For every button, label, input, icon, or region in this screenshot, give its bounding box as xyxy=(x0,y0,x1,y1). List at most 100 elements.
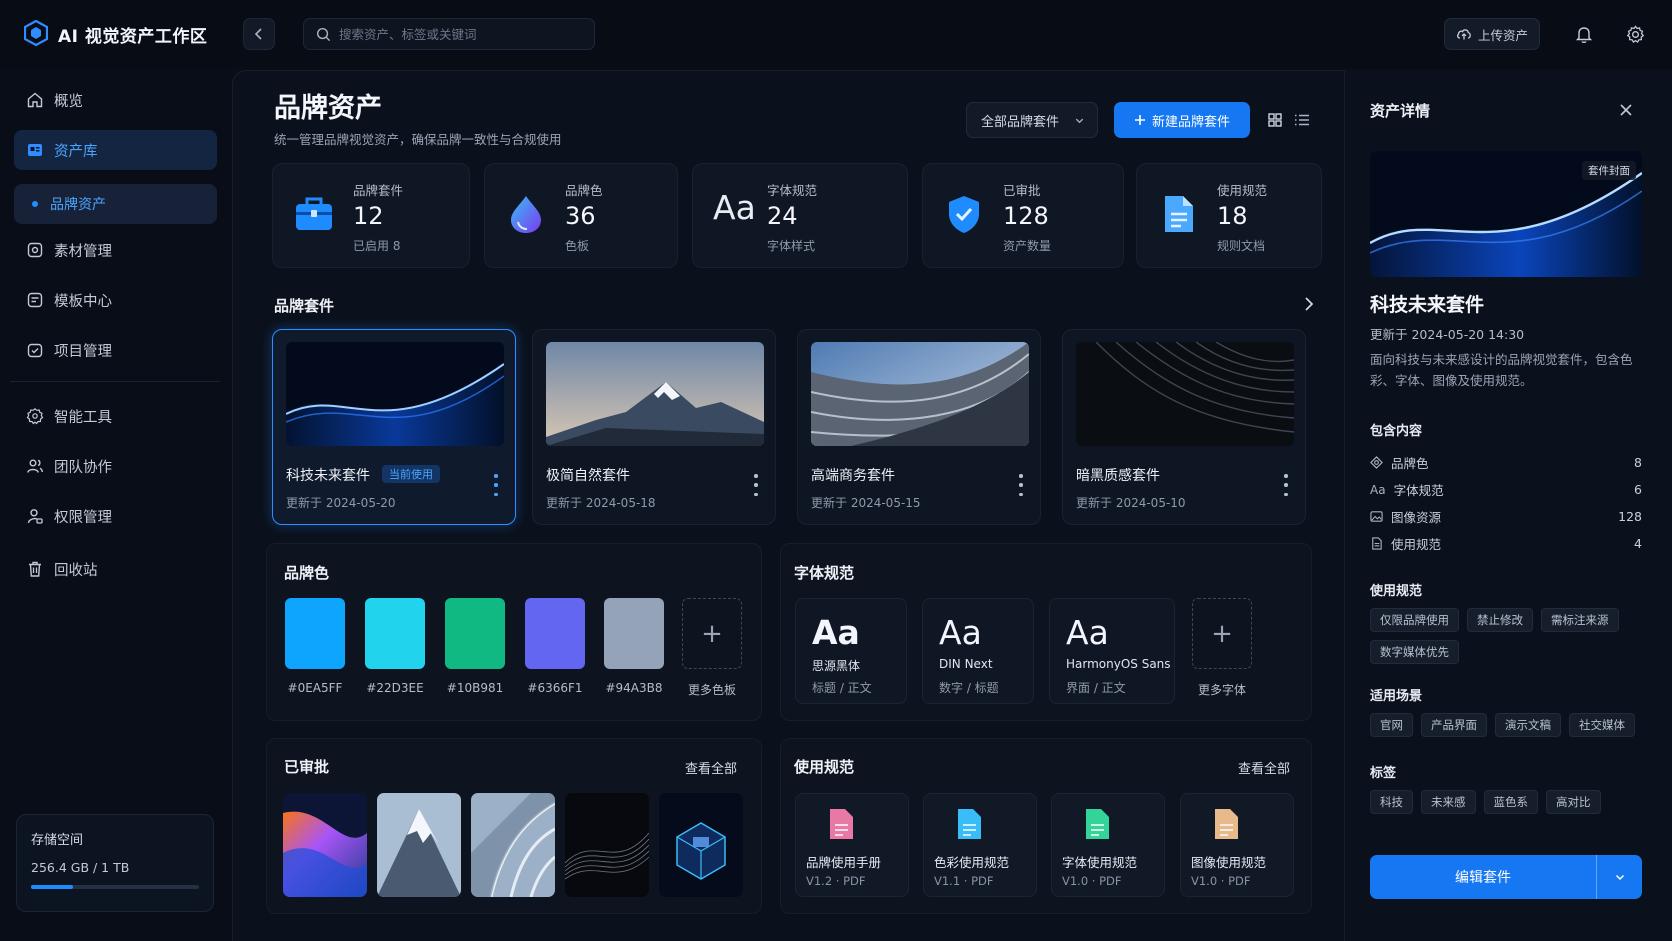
edit-kit-dropdown[interactable] xyxy=(1596,855,1642,899)
add-color-button[interactable]: + xyxy=(682,598,742,669)
kit-card-dark-texture[interactable]: 暗黑质感套件 更新于 2024-05-10 xyxy=(1062,329,1306,525)
color-swatch[interactable] xyxy=(604,598,664,669)
font-card[interactable]: Aa HarmonyOS Sans 界面 / 正文 xyxy=(1049,598,1175,704)
image-icon xyxy=(1370,511,1383,522)
font-card[interactable]: Aa DIN Next 数字 / 标题 xyxy=(922,598,1034,704)
kit-filter-select[interactable]: 全部品牌套件 xyxy=(966,102,1098,138)
dot xyxy=(754,483,758,487)
kit-more-menu[interactable] xyxy=(1279,474,1293,496)
new-kit-button[interactable]: 新建品牌套件 xyxy=(1114,102,1250,138)
pdf-document-icon xyxy=(830,809,853,839)
doc-card[interactable]: 字体使用规范 V1.0 · PDF xyxy=(1051,793,1165,897)
snow-peak-image xyxy=(377,793,461,897)
scene-tag[interactable]: 官网 xyxy=(1370,713,1413,737)
stat-card-approved: 已审批 128 资产数量 xyxy=(922,163,1124,268)
doc-card[interactable]: 色彩使用规范 V1.1 · PDF xyxy=(923,793,1037,897)
kit-more-menu[interactable] xyxy=(489,474,503,496)
content-count: 6 xyxy=(1634,482,1642,497)
list-view-icon[interactable] xyxy=(1294,113,1310,127)
kit-card-minimal-nature[interactable]: 极简自然套件 更新于 2024-05-18 xyxy=(532,329,776,525)
kit-date: 更新于 2024-05-20 xyxy=(286,496,396,510)
sidebar-item-overview[interactable]: 概览 xyxy=(14,80,217,120)
detail-title: 资产详情 xyxy=(1370,102,1431,120)
kit-date: 更新于 2024-05-18 xyxy=(546,496,656,510)
scene-tag[interactable]: 产品界面 xyxy=(1421,713,1487,737)
grid-view-icon[interactable] xyxy=(1268,113,1282,127)
new-kit-label: 新建品牌套件 xyxy=(1151,114,1230,130)
doc-name: 图像使用规范 xyxy=(1191,855,1267,870)
stat-value: 36 xyxy=(565,202,596,230)
usage-tag[interactable]: 需标注来源 xyxy=(1541,608,1619,632)
settings-button[interactable] xyxy=(1619,18,1651,50)
sidebar-item-materials[interactable]: 素材管理 xyxy=(14,230,217,270)
doc-meta: V1.1 · PDF xyxy=(934,874,994,888)
kit-more-menu[interactable] xyxy=(1014,474,1028,496)
storage-bar xyxy=(31,885,199,889)
kit-card-business[interactable]: 高端商务套件 更新于 2024-05-15 xyxy=(797,329,1041,525)
kit-thumbnail xyxy=(286,342,504,446)
sidebar-item-ai-tools[interactable]: 智能工具 xyxy=(14,396,217,436)
sidebar-item-library[interactable]: 资产库 xyxy=(14,130,217,170)
approved-asset-thumbnail[interactable] xyxy=(283,793,367,897)
color-swatch[interactable] xyxy=(525,598,585,669)
sidebar-item-permissions[interactable]: 权限管理 xyxy=(14,496,217,536)
search-input[interactable] xyxy=(339,26,579,42)
tag[interactable]: 高对比 xyxy=(1546,790,1601,814)
chevron-right-icon[interactable] xyxy=(1302,296,1316,312)
approved-asset-thumbnail[interactable] xyxy=(565,793,649,897)
approved-asset-thumbnail[interactable] xyxy=(659,793,743,897)
doc-meta: V1.0 · PDF xyxy=(1062,874,1122,888)
scene-tag[interactable]: 演示文稿 xyxy=(1495,713,1561,737)
tag[interactable]: 蓝色系 xyxy=(1483,790,1538,814)
tag[interactable]: 未来感 xyxy=(1421,790,1476,814)
edit-kit-button[interactable]: 编辑套件 xyxy=(1370,855,1596,899)
guidelines-view-all-link[interactable]: 查看全部 xyxy=(1238,758,1290,777)
sidebar-item-trash[interactable]: 回收站 xyxy=(14,549,217,589)
upload-asset-button[interactable]: 上传资产 xyxy=(1444,18,1540,50)
stat-sub: 已启用 8 xyxy=(353,239,401,253)
kit-more-menu[interactable] xyxy=(749,474,763,496)
scene-tag[interactable]: 社交媒体 xyxy=(1569,713,1635,737)
active-dot xyxy=(32,201,38,207)
color-swatch[interactable] xyxy=(365,598,425,669)
approved-asset-thumbnail[interactable] xyxy=(471,793,555,897)
search-box[interactable] xyxy=(303,18,595,50)
guidelines-section-title: 使用规范 xyxy=(794,758,855,776)
stat-card-guidelines: 使用规范 18 规则文档 xyxy=(1136,163,1322,268)
approved-asset-thumbnail[interactable] xyxy=(377,793,461,897)
approved-view-all-link[interactable]: 查看全部 xyxy=(685,758,737,777)
color-swatch[interactable] xyxy=(285,598,345,669)
font-card[interactable]: Aa 思源黑体 标题 / 正文 xyxy=(795,598,907,704)
usage-tag[interactable]: 数字媒体优先 xyxy=(1370,640,1459,664)
font-sample: Aa xyxy=(1066,613,1109,652)
stat-label: 品牌色 xyxy=(565,183,603,198)
usage-tag[interactable]: 仅限品牌使用 xyxy=(1370,608,1459,632)
stat-value: 12 xyxy=(353,202,384,230)
sidebar-item-templates[interactable]: 模板中心 xyxy=(14,280,217,320)
dot xyxy=(494,483,498,487)
sidebar-item-projects[interactable]: 项目管理 xyxy=(14,330,217,370)
sidebar-item-team[interactable]: 团队协作 xyxy=(14,446,217,486)
add-font-button[interactable]: + xyxy=(1192,598,1252,669)
usage-title: 使用规范 xyxy=(1370,584,1423,599)
color-swatch[interactable] xyxy=(445,598,505,669)
tag[interactable]: 科技 xyxy=(1370,790,1413,814)
document-icon xyxy=(1165,196,1193,232)
sidebar-item-brand-assets[interactable]: 品牌资产 xyxy=(14,184,217,224)
stat-label: 字体规范 xyxy=(767,183,818,198)
close-detail-button[interactable] xyxy=(1614,98,1638,122)
dot xyxy=(754,474,758,478)
notifications-button[interactable] xyxy=(1568,18,1600,50)
plus-icon xyxy=(1134,115,1145,125)
stat-card-kits: 品牌套件 12 已启用 8 xyxy=(272,163,470,268)
collapse-sidebar-button[interactable] xyxy=(243,18,275,50)
kit-card-tech-future[interactable]: 科技未来套件 当前使用 更新于 2024-05-20 xyxy=(272,329,516,525)
glass-facade-image xyxy=(471,793,555,897)
sidebar-item-label: 资产库 xyxy=(54,143,98,160)
doc-card[interactable]: 品牌使用手册 V1.2 · PDF xyxy=(795,793,909,897)
usage-tag[interactable]: 禁止修改 xyxy=(1467,608,1533,632)
doc-card[interactable]: 图像使用规范 V1.0 · PDF xyxy=(1180,793,1294,897)
kit-thumbnail xyxy=(811,342,1029,446)
detail-description: 面向科技与未来感设计的品牌视觉套件，包含色彩、字体、图像及使用规范。 xyxy=(1370,352,1633,388)
usage-tags: 仅限品牌使用 禁止修改 需标注来源 数字媒体优先 xyxy=(1370,608,1642,664)
